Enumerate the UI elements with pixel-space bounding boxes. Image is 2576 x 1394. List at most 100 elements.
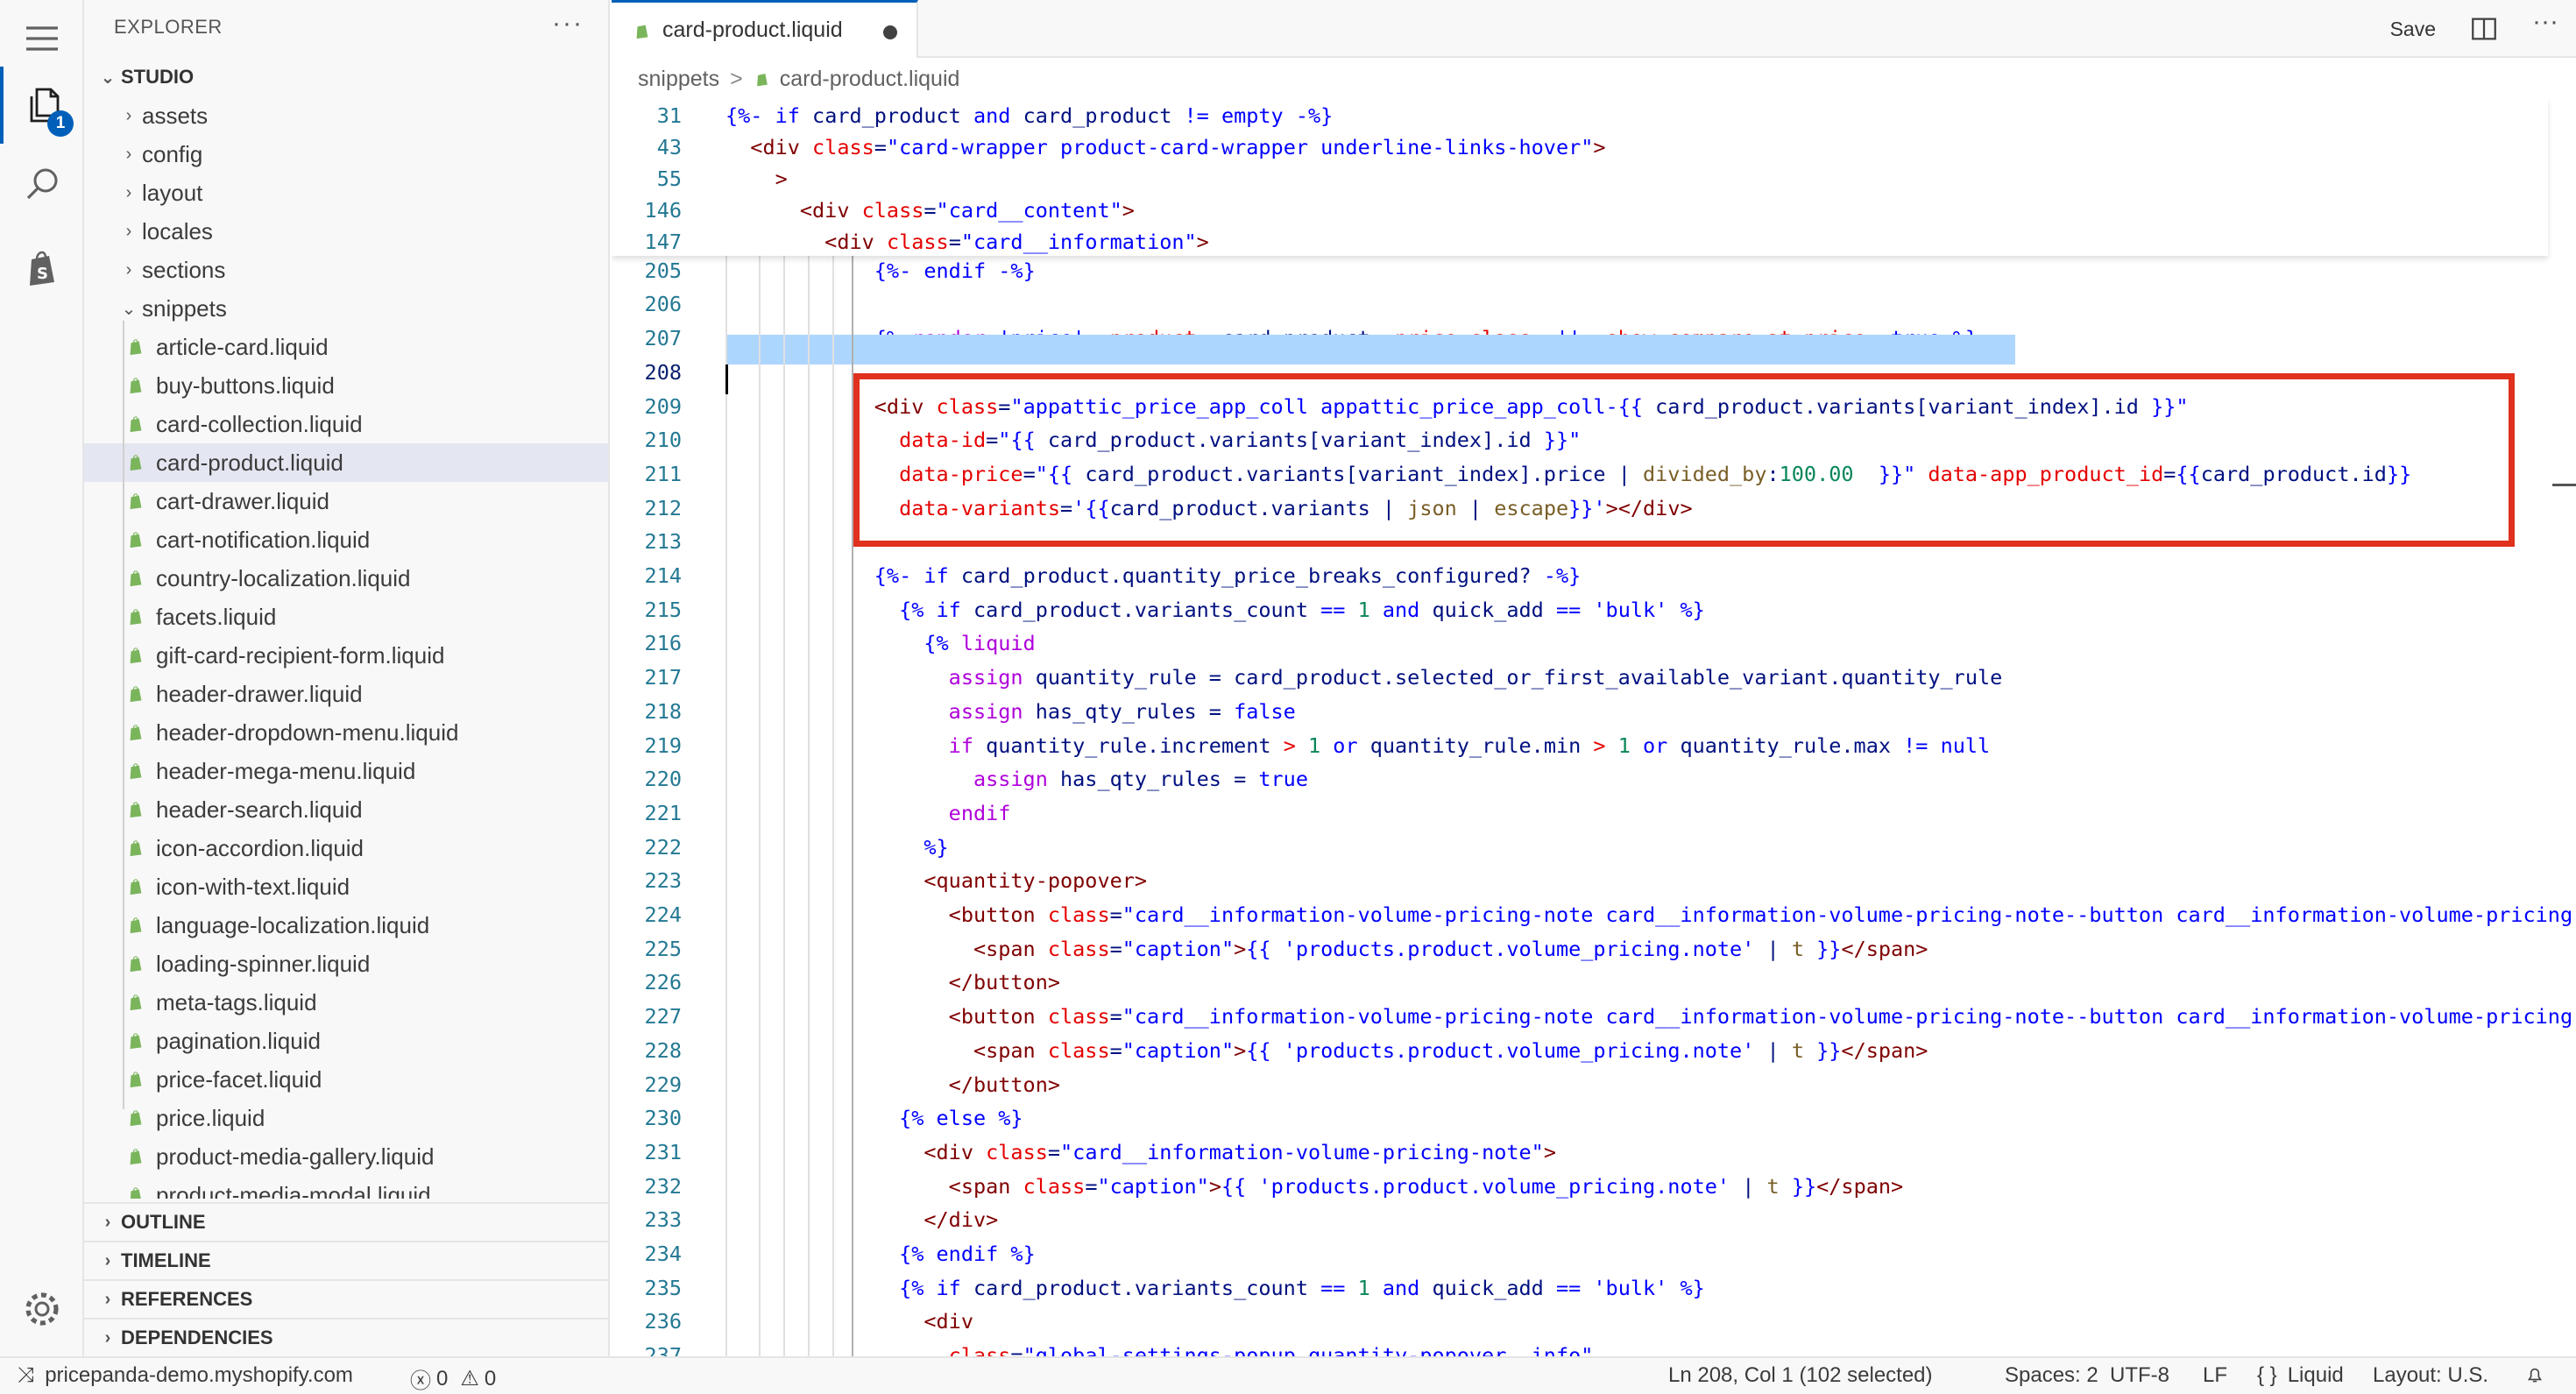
- file-item[interactable]: card-collection.liquid: [84, 405, 608, 443]
- file-item[interactable]: header-drawer.liquid: [84, 675, 608, 713]
- file-item[interactable]: product-media-modal.liquid: [84, 1176, 608, 1199]
- code-token: <div: [725, 230, 887, 254]
- file-item[interactable]: header-dropdown-menu.liquid: [84, 713, 608, 752]
- indentation-indicator[interactable]: Spaces: 2: [2005, 1363, 2098, 1388]
- file-item[interactable]: cart-drawer.liquid: [84, 482, 608, 520]
- section-references[interactable]: › REFERENCES: [84, 1279, 608, 1318]
- problems-indicator[interactable]: ⓧ 0 ⚠ 0: [410, 1363, 496, 1394]
- file-label: gift-card-recipient-form.liquid: [156, 641, 445, 669]
- file-item[interactable]: buy-buttons.liquid: [84, 366, 608, 405]
- file-item[interactable]: icon-accordion.liquid: [84, 829, 608, 867]
- breadcrumb-folder[interactable]: snippets: [638, 67, 719, 92]
- code-token: %}: [998, 1106, 1023, 1131]
- code-token: %}: [1010, 1242, 1036, 1266]
- folder-locales[interactable]: › locales: [84, 212, 608, 251]
- folder-snippets[interactable]: ⌄ snippets: [84, 289, 608, 328]
- file-item[interactable]: country-localization.liquid: [84, 559, 608, 598]
- file-item[interactable]: facets.liquid: [84, 598, 608, 636]
- file-item[interactable]: price.liquid: [84, 1099, 608, 1137]
- more-actions-icon[interactable]: ···: [552, 9, 584, 39]
- file-item[interactable]: icon-with-text.liquid: [84, 867, 608, 906]
- code-text: <quantity-popover>: [725, 865, 1147, 896]
- code-token: class: [886, 230, 949, 254]
- folder-assets[interactable]: › assets: [84, 96, 608, 135]
- explorer-files-icon[interactable]: 1: [0, 67, 84, 144]
- folder-layout[interactable]: › layout: [84, 173, 608, 212]
- code-text: {%- endif -%}: [725, 255, 1036, 287]
- file-item[interactable]: price-facet.liquid: [84, 1060, 608, 1099]
- encoding-indicator[interactable]: UTF-8: [2110, 1363, 2169, 1388]
- code-token: |: [1730, 1173, 1767, 1199]
- file-item[interactable]: product-media-gallery.liquid: [84, 1137, 608, 1176]
- bell-icon[interactable]: [2523, 1363, 2546, 1386]
- code-line: 214 {%- if card_product.quantity_price_b…: [612, 560, 2576, 591]
- code-token: {%: [725, 1242, 924, 1266]
- line-number: 227: [644, 1004, 682, 1030]
- tab-more-icon[interactable]: ···: [2532, 7, 2558, 37]
- code-token: quantity_rule.increment: [986, 732, 1284, 758]
- file-item[interactable]: article-card.liquid: [84, 328, 608, 366]
- file-item[interactable]: card-product.liquid: [84, 443, 608, 482]
- section-timeline[interactable]: › TIMELINE: [84, 1241, 608, 1279]
- workspace-root-label: STUDIO: [121, 66, 195, 88]
- breadcrumb-separator: >: [730, 66, 743, 91]
- code-token: "global-settings-popup quantity-popover_…: [1023, 1343, 1594, 1356]
- code-token: <div: [725, 1309, 973, 1334]
- line-number: 31: [656, 103, 682, 128]
- shopify-file-icon: [126, 644, 145, 667]
- code-text: if quantity_rule.increment > 1 or quanti…: [725, 730, 1991, 761]
- remote-indicator[interactable]: ⤨ pricepanda-demo.myshopify.com: [18, 1363, 353, 1388]
- code-token: "caption": [1097, 1173, 1209, 1199]
- tab-card-product[interactable]: card-product.liquid: [612, 0, 918, 58]
- menu-icon[interactable]: [0, 0, 84, 77]
- search-icon[interactable]: [0, 145, 84, 223]
- code-token: =: [874, 135, 887, 159]
- file-item[interactable]: loading-spinner.liquid: [84, 945, 608, 983]
- text-cursor: [725, 364, 728, 394]
- code-token: -%}: [998, 258, 1036, 283]
- split-editor-icon[interactable]: [2469, 14, 2499, 48]
- code-editor[interactable]: 31 {%- if card_product and card_product !…: [612, 98, 2576, 1356]
- line-number: 235: [644, 1275, 682, 1300]
- folder-label: locales: [142, 217, 213, 244]
- cursor-position[interactable]: Ln 208, Col 1 (102 selected): [1668, 1363, 1933, 1388]
- file-item[interactable]: header-mega-menu.liquid: [84, 752, 608, 790]
- section-dependencies[interactable]: › DEPENDENCIES: [84, 1318, 608, 1356]
- file-label: card-collection.liquid: [156, 410, 363, 437]
- shopify-file-icon: [126, 721, 145, 744]
- file-item[interactable]: cart-notification.liquid: [84, 520, 608, 559]
- code-text: endif: [725, 797, 1011, 829]
- file-label: buy-buttons.liquid: [156, 371, 335, 399]
- shopify-icon[interactable]: S: [0, 230, 84, 307]
- folder-config[interactable]: › config: [84, 135, 608, 173]
- file-item[interactable]: language-localization.liquid: [84, 906, 608, 945]
- eol-indicator[interactable]: LF: [2203, 1363, 2227, 1388]
- code-token: false: [1234, 698, 1296, 724]
- code-text: <span class="caption">{{ 'products.produ…: [725, 1171, 1904, 1202]
- folder-sections[interactable]: › sections: [84, 251, 608, 289]
- save-button[interactable]: Save: [2390, 18, 2436, 41]
- shopify-file-icon: [126, 952, 145, 975]
- shopify-file-icon: [126, 336, 145, 358]
- file-item[interactable]: meta-tags.liquid: [84, 983, 608, 1022]
- code-token: -%}: [1283, 103, 1334, 128]
- code-token: if: [924, 1275, 973, 1300]
- language-indicator[interactable]: { } Liquid: [2257, 1363, 2344, 1388]
- code-token: "card-wrapper product-card-wrapper under…: [886, 135, 1594, 159]
- code-token: class: [812, 135, 874, 159]
- file-label: icon-with-text.liquid: [156, 873, 350, 900]
- section-outline[interactable]: › OUTLINE: [84, 1202, 608, 1241]
- file-item[interactable]: header-search.liquid: [84, 790, 608, 829]
- keyboard-layout-indicator[interactable]: Layout: U.S.: [2373, 1363, 2488, 1388]
- line-number: 205: [644, 258, 682, 283]
- code-token: if: [725, 732, 987, 758]
- file-item[interactable]: gift-card-recipient-form.liquid: [84, 636, 608, 675]
- code-token: =: [924, 198, 937, 223]
- shopify-file-icon: [126, 1145, 145, 1168]
- workspace-root[interactable]: ⌄ STUDIO: [84, 61, 608, 93]
- settings-gear-icon[interactable]: [0, 1270, 84, 1348]
- file-item[interactable]: pagination.liquid: [84, 1022, 608, 1060]
- code-token: =: [1085, 1173, 1098, 1199]
- code-token: != empty: [1184, 103, 1284, 128]
- breadcrumb-file[interactable]: card-product.liquid: [780, 67, 960, 92]
